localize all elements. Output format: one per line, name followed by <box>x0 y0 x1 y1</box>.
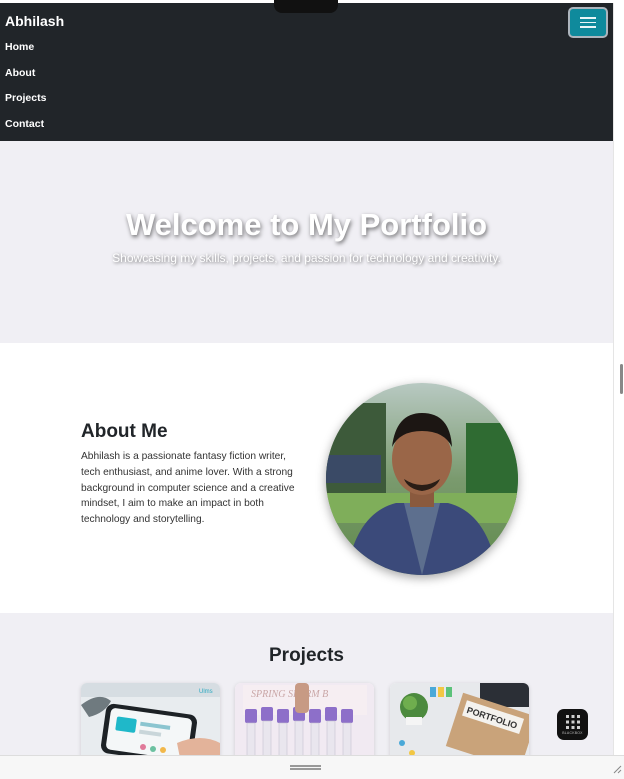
phone-app-image: Ulms <box>81 683 220 763</box>
portfolio-folder-image: PORTFOLIO <box>390 683 529 763</box>
project-card-1[interactable]: Ulms <box>81 683 220 763</box>
project-card-2[interactable]: SPRING SPERM B <box>235 683 374 763</box>
resize-corner-icon[interactable] <box>612 764 622 774</box>
card-caption: SPRING SPERM B <box>251 689 328 700</box>
hamburger-icon-bar <box>580 21 596 24</box>
hamburger-icon-bar <box>580 26 596 28</box>
scrollbar-thumb[interactable] <box>620 364 623 394</box>
camera-notch <box>274 0 338 13</box>
hero-title: Welcome to My Portfolio <box>125 207 488 242</box>
hero-section: Welcome to My Portfolio Showcasing my sk… <box>0 141 613 343</box>
hamburger-menu-button[interactable] <box>568 7 608 38</box>
nav-links: Home About Projects Contact <box>5 39 46 142</box>
nav-link-projects[interactable]: Projects <box>5 90 46 116</box>
projects-heading: Projects <box>269 645 344 666</box>
svg-text:Ulms: Ulms <box>199 689 213 695</box>
resize-handle[interactable] <box>290 765 321 770</box>
blackbox-widget-button[interactable]: BLACKBOX <box>557 709 588 740</box>
navbar-brand[interactable]: Abhilash <box>5 13 64 29</box>
nav-link-home[interactable]: Home <box>5 39 46 65</box>
navbar: Abhilash Home About Projects Contact <box>0 3 613 141</box>
nav-link-about[interactable]: About <box>5 65 46 91</box>
about-text: Abhilash is a passionate fantasy fiction… <box>81 451 295 526</box>
blackbox-label: BLACKBOX <box>562 731 583 735</box>
project-card-3[interactable]: PORTFOLIO <box>390 683 529 763</box>
nav-link-contact[interactable]: Contact <box>5 116 46 142</box>
test-tubes-image: SPRING SPERM B <box>235 683 374 763</box>
profile-photo <box>326 383 518 575</box>
about-section: About Me Abhilash is a passionate fantas… <box>0 343 613 613</box>
about-heading: About Me <box>81 421 168 442</box>
hamburger-icon-bar <box>580 17 596 19</box>
blackbox-logo-icon <box>565 715 580 729</box>
hero-subtitle: Showcasing my skills, projects, and pass… <box>112 251 501 265</box>
